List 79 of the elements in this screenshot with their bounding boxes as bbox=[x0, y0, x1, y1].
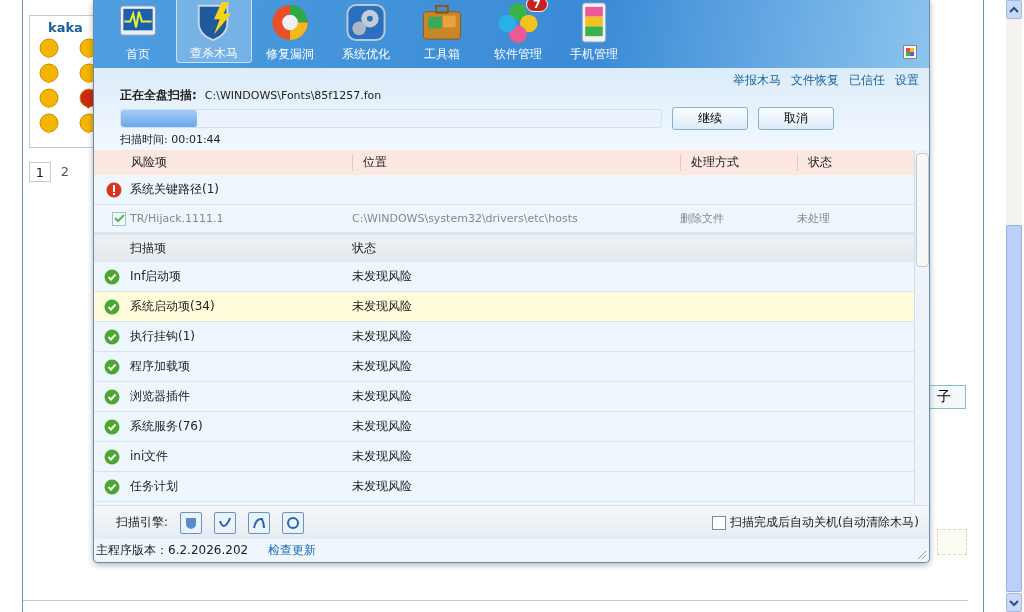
column-header: 位置 bbox=[352, 154, 680, 171]
engine-label: 扫描引擎: bbox=[116, 514, 169, 531]
status-cell-text: 未处理 bbox=[797, 211, 831, 226]
threat-name: TR/Hijack.1111.1 bbox=[130, 212, 225, 225]
resize-grip-icon[interactable] bbox=[917, 550, 927, 560]
scan-item-name: 程序加载项 bbox=[130, 358, 191, 375]
group-name: 系统关键路径(1) bbox=[130, 181, 219, 198]
scan-item-row[interactable]: 浏览器插件 未发现风险 bbox=[94, 382, 915, 412]
ok-icon bbox=[104, 358, 120, 375]
scan-item-status: 未发现风险 bbox=[352, 388, 413, 405]
header-link[interactable]: 已信任 bbox=[849, 72, 885, 87]
header-link[interactable]: 文件恢复 bbox=[791, 72, 839, 87]
ok-icon bbox=[104, 388, 120, 405]
scan-item-name: 执行挂钩(1) bbox=[130, 328, 196, 345]
scan-item-name: 系统启动项(34) bbox=[130, 298, 216, 315]
nav-tab[interactable]: 手机管理 bbox=[556, 0, 632, 63]
scan-item-name: 浏览器插件 bbox=[130, 388, 191, 405]
gears-icon bbox=[346, 3, 386, 42]
column-header: 扫描项 bbox=[130, 240, 167, 257]
list-scrollbar[interactable] bbox=[914, 150, 929, 505]
version-text: 主程序版本：6.2.2026.202 bbox=[96, 542, 249, 559]
circle-icon bbox=[272, 4, 308, 41]
page-link[interactable]: 1 bbox=[29, 162, 51, 182]
column-header: 风险项 bbox=[130, 154, 168, 171]
scan-item-row[interactable]: 系统启动项(34) 未发现风险 bbox=[94, 292, 915, 322]
scroll-up-icon[interactable] bbox=[1006, 0, 1022, 19]
header-link[interactable]: 设置 bbox=[895, 72, 919, 87]
ok-icon bbox=[104, 418, 120, 435]
scan-item-status: 未发现风险 bbox=[352, 298, 413, 315]
scan-item-status: 未发现风险 bbox=[352, 448, 413, 465]
file-location: C:\WINDOWS\system32\drivers\etc\hosts bbox=[352, 212, 579, 225]
page-link[interactable]: 2 bbox=[55, 162, 75, 180]
warning-icon bbox=[106, 181, 122, 198]
scan-item-name: ini文件 bbox=[130, 448, 170, 465]
scroll-thumb[interactable] bbox=[1006, 225, 1022, 592]
shield-icon bbox=[197, 2, 232, 42]
ok-icon bbox=[104, 448, 120, 465]
scan-item-name: 系统服务(76) bbox=[130, 418, 204, 435]
action-cell-text: 删除文件 bbox=[680, 211, 725, 226]
scan-time: 扫描时间: 00:01:44 bbox=[120, 132, 222, 147]
scan-item-row[interactable]: ini文件 未发现风险 bbox=[94, 442, 915, 472]
checkbox[interactable] bbox=[112, 211, 126, 226]
scan-item-row[interactable]: 执行挂钩(1) 未发现风险 bbox=[94, 322, 915, 352]
risk-group-row[interactable]: 系统关键路径(1) bbox=[94, 175, 915, 205]
scan-item-row[interactable]: 系统服务(76) 未发现风险 bbox=[94, 412, 915, 442]
panel-title: kaka bbox=[48, 20, 83, 37]
ok-icon bbox=[104, 478, 120, 495]
ok-icon bbox=[104, 298, 120, 315]
scan-item-name: 任务计划 bbox=[130, 478, 179, 495]
column-header: 处理方式 bbox=[680, 154, 797, 171]
action-button[interactable]: 取消 bbox=[758, 107, 834, 130]
scan-item-row[interactable]: 程序加载项 未发现风险 bbox=[94, 352, 915, 382]
action-button[interactable]: 继续 bbox=[672, 107, 748, 130]
scan-item-status: 未发现风险 bbox=[352, 478, 413, 495]
nav-tab[interactable]: 软件管理 7 bbox=[480, 0, 556, 63]
scan-label: 正在全盘扫描: bbox=[120, 87, 197, 104]
scan-item-status: 未发现风险 bbox=[352, 328, 413, 345]
engine-shield-icon[interactable] bbox=[180, 511, 203, 534]
scroll-thumb[interactable] bbox=[916, 153, 930, 267]
column-header: 状态 bbox=[352, 240, 377, 257]
monitor-icon bbox=[119, 5, 157, 36]
dashed-box bbox=[937, 529, 967, 555]
ok-icon bbox=[104, 328, 120, 345]
count-badge: 7 bbox=[526, 0, 548, 12]
header-link[interactable]: 举报木马 bbox=[733, 72, 781, 87]
skin-icon[interactable] bbox=[903, 45, 917, 59]
scan-item-name: Inf启动项 bbox=[130, 268, 183, 285]
toolbox-icon bbox=[422, 4, 462, 40]
scan-item-status: 未发现风险 bbox=[352, 268, 413, 285]
scan-path: C:\WINDOWS\Fonts\85f1257.fon bbox=[204, 89, 382, 102]
scan-item-status: 未发现风险 bbox=[352, 418, 413, 435]
checkbox[interactable] bbox=[711, 515, 726, 530]
update-link[interactable]: 检查更新 bbox=[268, 542, 317, 559]
ok-icon bbox=[104, 268, 120, 285]
phone-icon bbox=[581, 2, 607, 43]
scan-item-row[interactable]: 任务计划 未发现风险 bbox=[94, 472, 915, 502]
scroll-down-icon[interactable] bbox=[1006, 593, 1022, 612]
scan-item-status: 未发现风险 bbox=[352, 358, 413, 375]
page-scrollbar[interactable] bbox=[1006, 0, 1022, 612]
